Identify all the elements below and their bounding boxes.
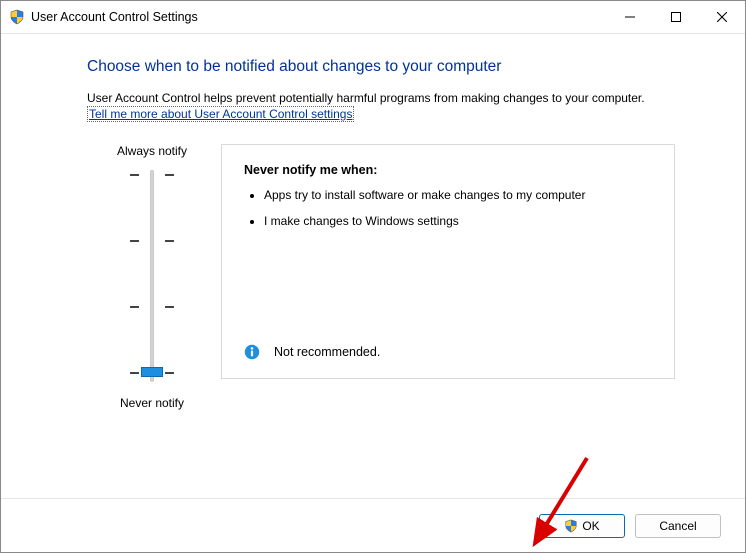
learn-more-link[interactable]: Tell me more about User Account Control … xyxy=(87,106,354,122)
slider-tick xyxy=(130,174,139,176)
recommendation-row: Not recommended. xyxy=(244,344,380,360)
uac-settings-window: User Account Control Settings Choose whe… xyxy=(0,0,746,553)
cancel-button[interactable]: Cancel xyxy=(635,514,721,538)
slider-tick xyxy=(130,372,139,374)
slider-tick xyxy=(165,240,174,242)
shield-icon xyxy=(564,519,578,533)
ok-button-label: OK xyxy=(582,519,599,533)
footer: OK Cancel xyxy=(1,498,745,552)
info-panel: Never notify me when: Apps try to instal… xyxy=(221,144,675,379)
close-button[interactable] xyxy=(699,1,745,34)
body-area: Always notify Never notify Never notify … xyxy=(87,144,705,410)
panel-list-item: I make changes to Windows settings xyxy=(264,213,652,230)
slider-thumb[interactable] xyxy=(141,367,163,377)
ok-button[interactable]: OK xyxy=(539,514,625,538)
slider-label-top: Always notify xyxy=(87,144,217,158)
panel-list: Apps try to install software or make cha… xyxy=(244,187,652,230)
panel-heading: Never notify me when: xyxy=(244,163,652,177)
uac-slider[interactable] xyxy=(112,166,192,386)
cancel-button-label: Cancel xyxy=(659,519,696,533)
slider-tick xyxy=(130,240,139,242)
recommendation-text: Not recommended. xyxy=(274,345,380,359)
titlebar: User Account Control Settings xyxy=(1,1,745,34)
window-title: User Account Control Settings xyxy=(31,10,198,24)
minimize-button[interactable] xyxy=(607,1,653,34)
slider-track xyxy=(150,170,154,382)
slider-tick xyxy=(130,306,139,308)
slider-label-bottom: Never notify xyxy=(87,396,217,410)
maximize-button[interactable] xyxy=(653,1,699,34)
description-text: User Account Control helps prevent poten… xyxy=(87,91,645,105)
slider-tick xyxy=(165,372,174,374)
content-area: Choose when to be notified about changes… xyxy=(1,34,745,498)
page-description: User Account Control helps prevent poten… xyxy=(87,90,705,122)
slider-tick xyxy=(165,306,174,308)
info-icon xyxy=(244,344,260,360)
shield-icon xyxy=(9,9,25,25)
panel-list-item: Apps try to install software or make cha… xyxy=(264,187,652,204)
page-heading: Choose when to be notified about changes… xyxy=(87,58,705,76)
slider-tick xyxy=(165,174,174,176)
slider-column: Always notify Never notify xyxy=(87,144,217,410)
